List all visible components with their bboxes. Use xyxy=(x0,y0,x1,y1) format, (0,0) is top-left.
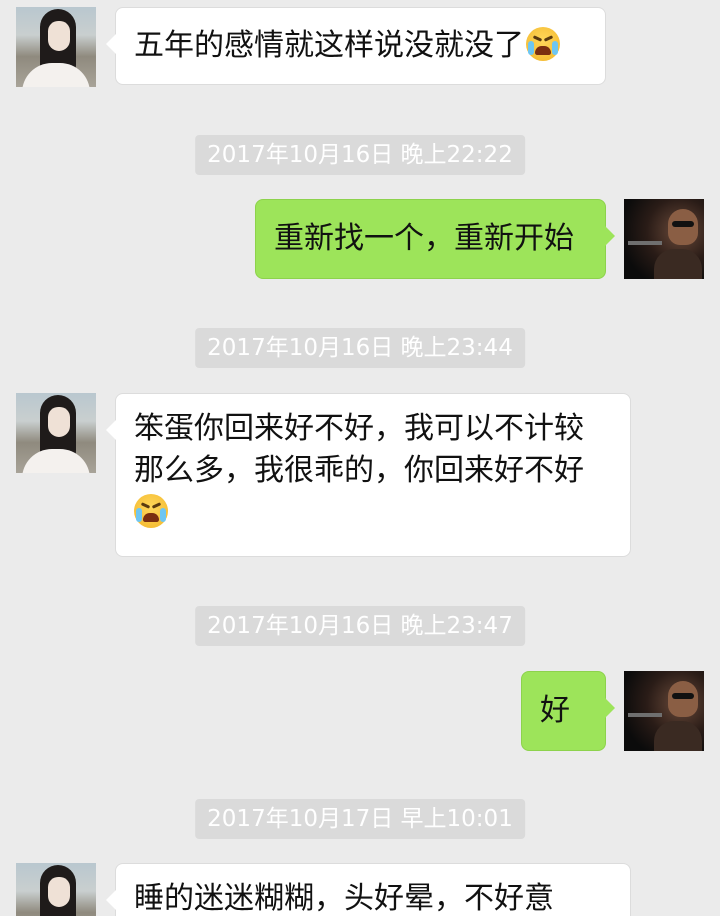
message-text-line: 那么多，我很乖的，你回来好不好 xyxy=(134,453,584,488)
my-avatar[interactable]: ​ xyxy=(624,199,704,279)
message-text: 五年的感情就这样说没就没了 xyxy=(134,28,524,63)
message-bubble-outgoing[interactable]: 好 xyxy=(521,671,615,751)
timestamp: 2017年10月16日 晚上23:47 xyxy=(195,606,525,646)
avatar-shirt xyxy=(22,63,90,87)
avatar-face xyxy=(48,21,70,51)
message-bubble-incoming[interactable]: 五年的感情就这样说没就没了 xyxy=(106,7,606,85)
message-text: 好 xyxy=(540,693,570,728)
poster-subtitle-graphic xyxy=(628,241,662,245)
poster-glasses xyxy=(672,693,694,699)
crying-face-icon xyxy=(134,494,168,528)
poster-body xyxy=(654,721,702,751)
poster-glasses xyxy=(672,221,694,227)
message-bubble-incoming[interactable]: 笨蛋你回来好不好，我可以不计较 那么多，我很乖的，你回来好不好 xyxy=(106,393,631,557)
avatar-face xyxy=(48,877,70,907)
timestamp: 2017年10月16日 晚上22:22 xyxy=(195,135,525,175)
chat-view[interactable]: 五年的感情就这样说没就没了 2017年10月16日 晚上22:22 重新找一个，… xyxy=(0,0,720,916)
avatar-shirt xyxy=(22,449,90,473)
message-text-line: 笨蛋你回来好不好，我可以不计较 xyxy=(134,411,584,446)
message-bubble-outgoing[interactable]: 重新找一个，重新开始 xyxy=(255,199,615,279)
avatar-face xyxy=(48,407,70,437)
my-avatar[interactable]: ​ xyxy=(624,671,704,751)
poster-head xyxy=(668,681,698,717)
timestamp: 2017年10月16日 晚上23:44 xyxy=(195,328,525,368)
message-text: 重新找一个，重新开始 xyxy=(274,221,574,256)
timestamp: 2017年10月17日 早上10:01 xyxy=(195,799,525,839)
message-bubble-incoming[interactable]: 睡的迷迷糊糊，头好晕，不好意 xyxy=(106,863,631,916)
poster-body xyxy=(654,249,702,279)
contact-avatar[interactable] xyxy=(16,863,96,916)
poster-head xyxy=(668,209,698,245)
crying-face-icon xyxy=(526,27,560,61)
poster-subtitle-graphic xyxy=(628,713,662,717)
contact-avatar[interactable] xyxy=(16,7,96,87)
contact-avatar[interactable] xyxy=(16,393,96,473)
message-text: 睡的迷迷糊糊，头好晕，不好意 xyxy=(134,881,554,916)
